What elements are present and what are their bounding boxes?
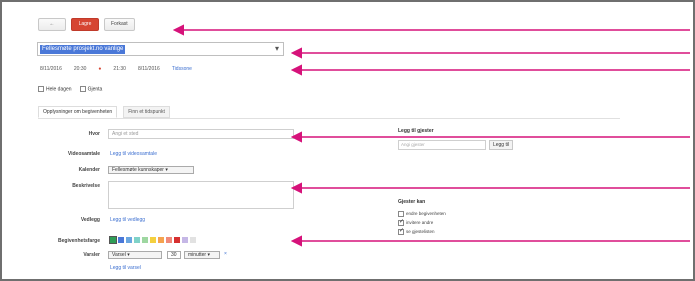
perm-invite-label: invitere andre <box>406 220 434 226</box>
color-swatch[interactable] <box>150 237 156 243</box>
perm-see-list[interactable]: se gjestelisten <box>398 227 435 235</box>
start-date[interactable]: 8/11/2016 <box>40 66 62 72</box>
event-color-label: Begivenhetsfarge <box>58 238 100 244</box>
notification-type-value: Varsel <box>112 252 126 258</box>
perm-see-list-checkbox[interactable] <box>398 227 404 235</box>
videocall-link[interactable]: Legg til videosamtale <box>110 151 157 157</box>
tab-bar: Opplysninger om begivenheten Finn et tid… <box>38 106 170 118</box>
add-notification-link[interactable]: Legg til varsel <box>110 265 141 271</box>
time-separator-icon: ● <box>98 66 102 72</box>
tab-divider <box>38 118 620 119</box>
repeat-checkbox[interactable] <box>79 86 86 92</box>
guest-input[interactable]: Angi gjester <box>398 140 486 150</box>
repeat-option[interactable]: Gjenta <box>79 86 103 93</box>
notification-amount-input[interactable]: 30 <box>167 251 181 259</box>
toolbar: ← Lagre Forkast <box>38 18 135 31</box>
timezone-link[interactable]: Tidssone <box>172 66 192 72</box>
notification-remove-icon[interactable]: × <box>224 251 227 257</box>
tab-event-details[interactable]: Opplysninger om begivenheten <box>38 106 118 118</box>
event-title-input[interactable]: Fellesmøte prosjekt.no vanlige ▾ <box>37 42 284 56</box>
notification-unit-value: minutter <box>188 252 207 258</box>
add-guest-button[interactable]: Legg til <box>489 140 513 150</box>
color-swatch[interactable] <box>142 237 148 243</box>
color-swatches <box>109 236 196 244</box>
event-title-text[interactable]: Fellesmøte prosjekt.no vanlige <box>40 45 126 54</box>
start-time[interactable]: 20:30 <box>74 66 87 72</box>
all-day-label: Hele dagen <box>46 86 72 93</box>
color-swatch[interactable] <box>182 237 188 243</box>
tab-find-time[interactable]: Finn et tidspunkt <box>123 106 170 118</box>
color-swatch[interactable] <box>190 237 196 243</box>
perm-modify-checkbox[interactable] <box>398 211 404 217</box>
save-button[interactable]: Lagre <box>71 18 99 31</box>
time-row: 8/11/2016 20:30 ● 21:30 8/11/2016 Tidsso… <box>40 66 192 72</box>
perm-modify[interactable]: endre begivenheten <box>398 211 446 217</box>
calendar-select-value: Fellesmøte kunnskaper <box>112 167 164 173</box>
add-guests-title: Legg til gjester <box>398 128 434 134</box>
perm-invite[interactable]: invitere andre <box>398 218 434 226</box>
notification-label: Varsler <box>83 252 100 258</box>
discard-button[interactable]: Forkast <box>104 18 135 31</box>
options-row: Hele dagen Gjenta <box>38 86 102 92</box>
where-input[interactable]: Angi et sted <box>108 129 294 139</box>
color-swatch[interactable] <box>166 237 172 243</box>
description-textarea[interactable] <box>108 181 294 209</box>
color-swatch[interactable] <box>158 237 164 243</box>
back-button[interactable]: ← <box>38 18 66 31</box>
all-day-option[interactable]: Hele dagen <box>38 86 72 92</box>
notification-type-select[interactable]: Varsel ▾ <box>108 251 162 259</box>
attachment-label: Vedlegg <box>80 217 100 223</box>
end-date[interactable]: 8/11/2016 <box>138 66 160 72</box>
calendar-label: Kalender <box>78 167 100 173</box>
color-swatch[interactable] <box>174 237 180 243</box>
title-dropdown-icon[interactable]: ▾ <box>275 44 279 53</box>
videocall-label: Videosamtale <box>67 151 100 157</box>
perm-invite-checkbox[interactable] <box>398 218 404 226</box>
perm-modify-label: endre begivenheten <box>406 211 446 217</box>
perm-see-list-label: se gjestelisten <box>406 229 435 235</box>
guest-permissions-title: Gjester kan <box>398 199 426 205</box>
end-time[interactable]: 21:30 <box>113 66 126 72</box>
description-label: Beskrivelse <box>72 183 100 189</box>
color-swatch[interactable] <box>134 237 140 243</box>
color-swatch[interactable] <box>126 237 132 243</box>
all-day-checkbox[interactable] <box>38 86 44 92</box>
color-swatch[interactable] <box>109 236 117 244</box>
repeat-label: Gjenta <box>87 86 103 93</box>
notification-unit-select[interactable]: minutter ▾ <box>184 251 220 259</box>
color-swatch[interactable] <box>118 237 124 243</box>
calendar-select[interactable]: Fellesmøte kunnskaper ▾ <box>108 166 194 174</box>
where-label: Hvor <box>88 131 100 137</box>
attachment-link[interactable]: Legg til vedlegg <box>110 217 145 223</box>
